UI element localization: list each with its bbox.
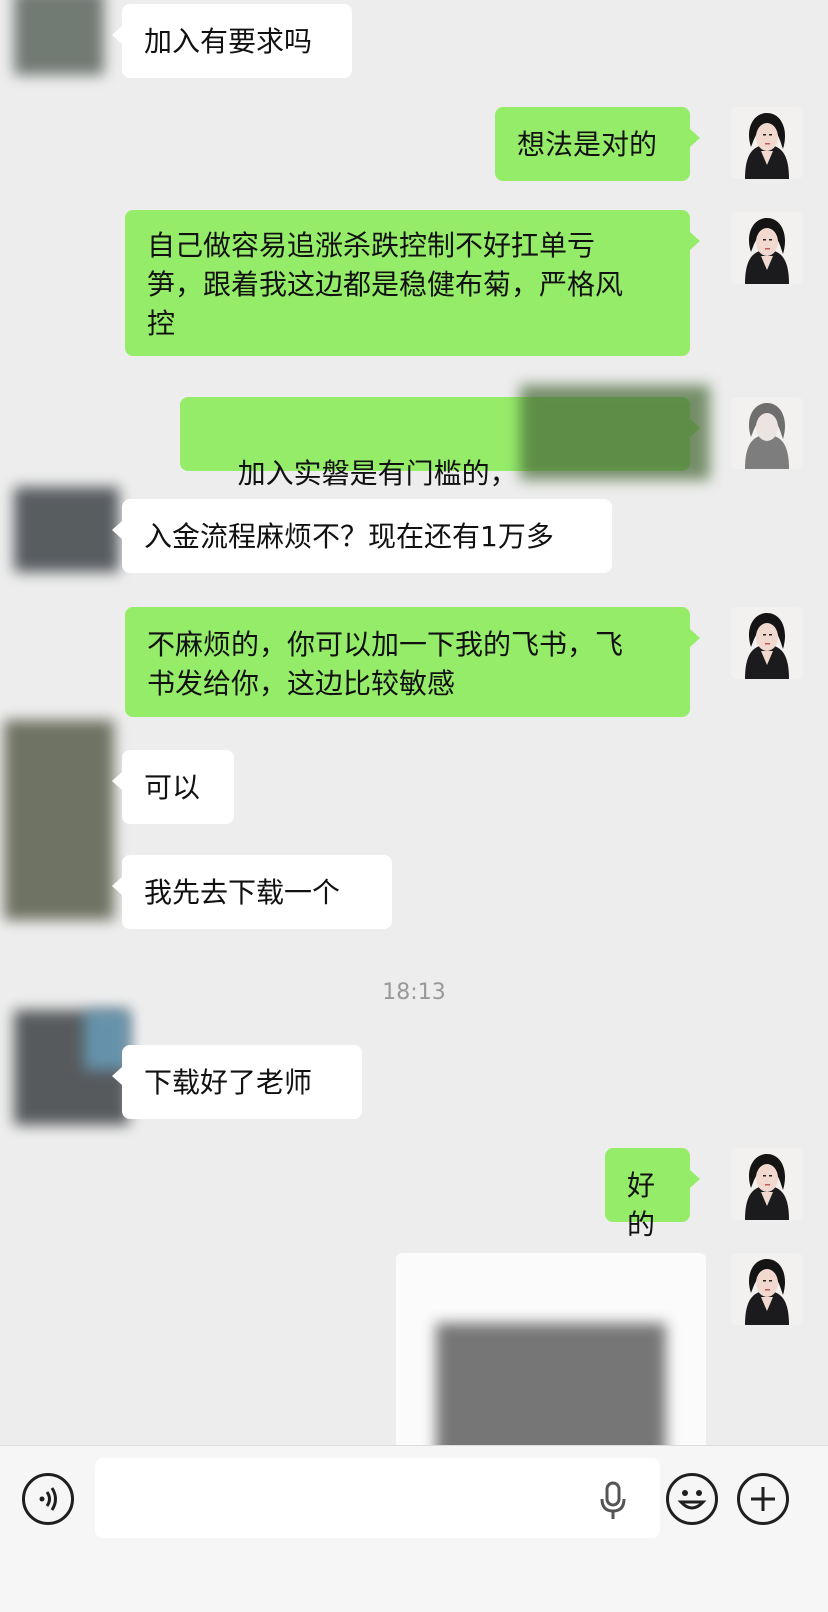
profile-portrait-icon: [731, 607, 803, 679]
my-avatar[interactable]: [731, 107, 803, 179]
peer-avatar[interactable]: [14, 0, 104, 75]
my-avatar[interactable]: [731, 607, 803, 679]
voice-toggle-icon: [39, 1487, 57, 1511]
profile-portrait-icon: [731, 212, 803, 284]
message-bubble-outgoing[interactable]: 想法是对的: [495, 107, 700, 181]
microphone-icon: [600, 1481, 626, 1519]
emoji-button[interactable]: [666, 1473, 718, 1525]
message-bubble-outgoing[interactable]: 好的: [605, 1148, 700, 1241]
plus-icon: [751, 1487, 775, 1511]
message-input[interactable]: [95, 1458, 660, 1538]
message-bubble-incoming[interactable]: 加入有要求吗: [112, 4, 352, 78]
add-more-button[interactable]: [737, 1473, 789, 1525]
redaction-scribble: [436, 1323, 666, 1445]
message-bubble-outgoing[interactable]: 自己做容易追涨杀跌控制不好扛单亏 笋，跟着我这边都是稳健布菊，严格风 控: [125, 210, 700, 356]
my-avatar[interactable]: [731, 1148, 803, 1220]
message-bubble-incoming[interactable]: 下载好了老师: [112, 1045, 362, 1119]
my-avatar[interactable]: [731, 1253, 803, 1325]
my-avatar[interactable]: [731, 212, 803, 284]
chat-message-list[interactable]: 加入有要求吗 想法是对的 自己做容易追涨杀跌控制不好扛单亏 笋，跟着我这边都是稳…: [0, 0, 828, 1445]
message-bubble-incoming[interactable]: 入金流程麻烦不？现在还有1万多: [112, 499, 612, 573]
microphone-button[interactable]: [598, 1481, 628, 1521]
redaction-scribble: [520, 385, 710, 480]
chat-input-bar: [0, 1445, 828, 1612]
profile-portrait-icon: [731, 1253, 803, 1325]
voice-toggle-button[interactable]: [22, 1473, 74, 1525]
peer-avatar[interactable]: [14, 1010, 129, 1125]
peer-avatar[interactable]: [4, 720, 114, 920]
message-bubble-outgoing[interactable]: 不麻烦的，你可以加一下我的飞书，飞 书发给你，这边比较敏感: [125, 607, 700, 717]
message-bubble-incoming[interactable]: 我先去下载一个: [112, 855, 392, 929]
profile-portrait-icon: [731, 397, 803, 469]
my-avatar[interactable]: [731, 397, 803, 469]
message-bubble-incoming[interactable]: 可以: [112, 750, 234, 824]
peer-avatar[interactable]: [14, 487, 119, 572]
message-timestamp: 18:13: [382, 980, 446, 1005]
image-message[interactable]: [396, 1253, 706, 1445]
profile-portrait-icon: [731, 1148, 803, 1220]
emoji-icon: [677, 1490, 707, 1510]
message-text: 加入实磐是有门槛的，: [237, 457, 518, 490]
profile-portrait-icon: [731, 107, 803, 179]
